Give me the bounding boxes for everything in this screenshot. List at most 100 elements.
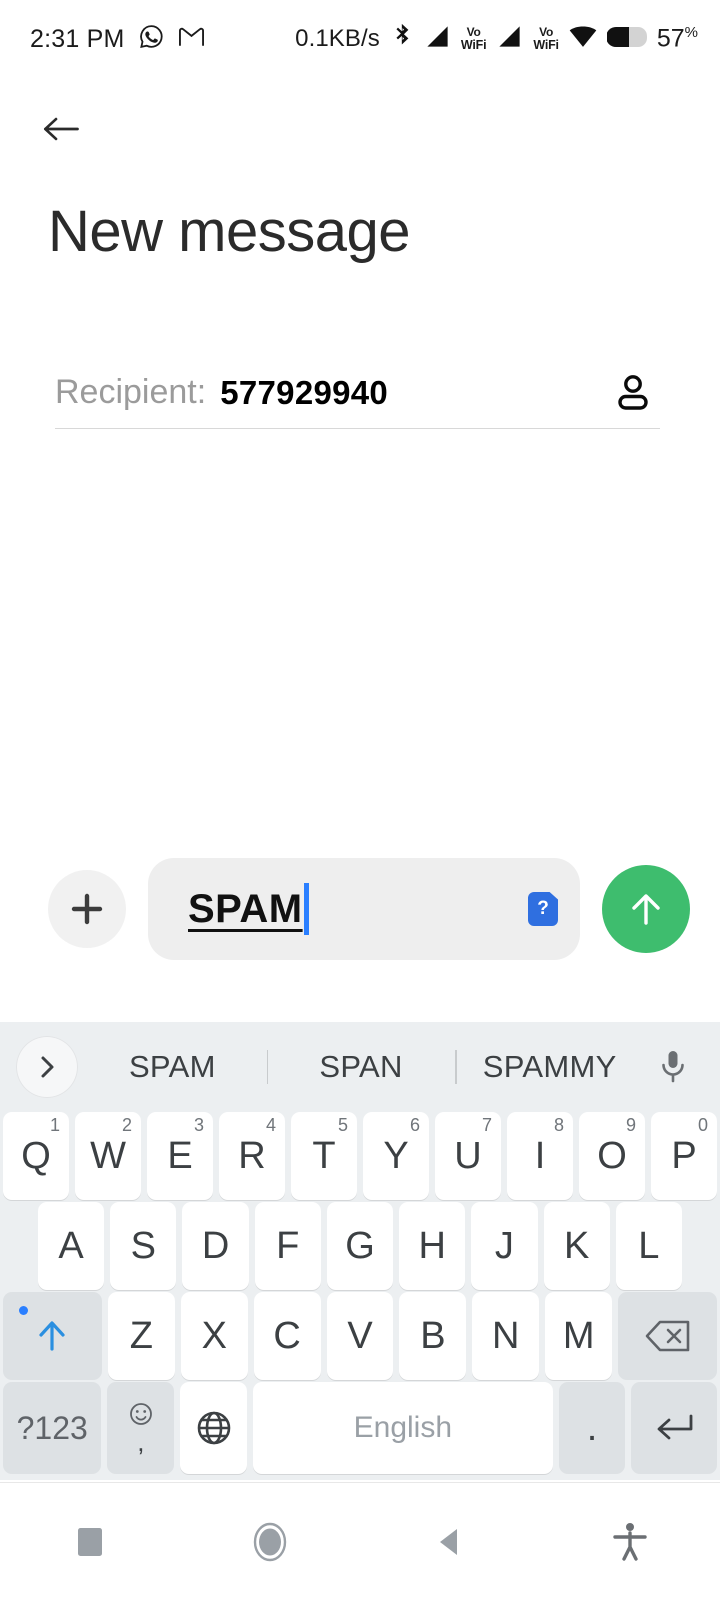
phone-screen: 2:31 PM 0.1KB/s Vo WiFi Vo WiFi 57% New … (0, 0, 720, 1600)
key-label: U (454, 1134, 482, 1177)
key-r[interactable]: R4 (219, 1112, 285, 1200)
key-u[interactable]: U7 (435, 1112, 501, 1200)
suggestion-item-2[interactable]: SPAMMY (455, 1049, 644, 1085)
message-input[interactable]: SPAM ? (148, 858, 580, 960)
keyboard-row-1: Q1 W2 E3 R4 T5 Y6 U7 I8 O9 P0 (0, 1112, 720, 1200)
key-s[interactable]: S (110, 1202, 177, 1290)
enter-key[interactable] (631, 1382, 718, 1474)
status-bar-right: 0.1KB/s Vo WiFi Vo WiFi 57% (295, 23, 698, 56)
nav-back-button[interactable] (360, 1525, 540, 1559)
key-t[interactable]: T5 (291, 1112, 357, 1200)
key-g[interactable]: G (326, 1202, 394, 1290)
key-z[interactable]: Z (107, 1292, 175, 1380)
key-x[interactable]: X (180, 1292, 248, 1380)
key-l[interactable]: L (615, 1202, 682, 1290)
message-thread-area (0, 429, 720, 847)
suggestion-list: SPAM SPAN SPAMMY (78, 1049, 644, 1085)
page-title: New message (48, 199, 410, 264)
suggestion-item-1[interactable]: SPAN (267, 1049, 456, 1085)
language-globe-icon (197, 1411, 230, 1445)
battery-percent: 57% (656, 24, 698, 53)
key-label: I (534, 1134, 546, 1177)
battery-icon (605, 25, 647, 54)
key-label: T (312, 1134, 336, 1177)
keyboard-row-4: ?123 , English . (0, 1382, 720, 1474)
key-number: 6 (409, 1115, 420, 1135)
key-k[interactable]: K (543, 1202, 610, 1290)
period-key[interactable]: . (558, 1382, 626, 1474)
volte-label-bottom-1: WiFi (460, 38, 487, 53)
back-triangle-icon (440, 1528, 457, 1555)
language-switch-key[interactable] (180, 1382, 248, 1474)
shift-arrow-icon (39, 1321, 66, 1351)
key-a[interactable]: A (38, 1202, 105, 1290)
key-n[interactable]: N (472, 1292, 540, 1380)
symbols-key[interactable]: ?123 (3, 1382, 102, 1474)
text-cursor (303, 883, 309, 935)
key-j[interactable]: J (471, 1202, 538, 1290)
chevron-right-icon (41, 1056, 54, 1078)
person-icon (618, 374, 648, 410)
contact-picker-button[interactable] (606, 366, 660, 420)
key-i[interactable]: I8 (507, 1112, 573, 1200)
suggestion-item-0[interactable]: SPAM (78, 1049, 267, 1085)
key-y[interactable]: Y6 (363, 1112, 429, 1200)
nav-recents-button[interactable] (0, 1525, 180, 1559)
volte-label-top-1: Vo (466, 25, 481, 40)
backspace-key[interactable] (618, 1292, 718, 1380)
attach-button[interactable] (48, 870, 126, 948)
key-label: O (597, 1134, 627, 1177)
send-button[interactable] (602, 865, 690, 953)
caps-lock-indicator (19, 1306, 28, 1315)
key-number: 2 (121, 1115, 132, 1135)
key-label: P (671, 1134, 697, 1177)
key-number: 9 (625, 1115, 636, 1135)
gmail-icon (178, 26, 205, 53)
shift-key[interactable] (3, 1292, 102, 1380)
key-w[interactable]: W2 (75, 1112, 141, 1200)
sim-select-badge[interactable]: ? (528, 892, 558, 926)
key-label: W (90, 1134, 126, 1177)
key-v[interactable]: V (326, 1292, 394, 1380)
emoji-comma-stack: , (128, 1401, 154, 1455)
key-o[interactable]: O9 (579, 1112, 645, 1200)
arrow-up-icon (632, 894, 660, 925)
voice-input-button[interactable] (644, 1036, 702, 1098)
comma-label: , (137, 1427, 145, 1457)
status-bar-left: 2:31 PM (30, 23, 205, 55)
key-d[interactable]: D (182, 1202, 249, 1290)
space-key[interactable]: English (253, 1382, 553, 1474)
key-label: Q (21, 1134, 51, 1177)
accessibility-icon (613, 1522, 647, 1561)
system-navigation-bar (0, 1482, 720, 1600)
key-number: 3 (193, 1115, 204, 1135)
key-m[interactable]: M (545, 1292, 613, 1380)
key-c[interactable]: C (253, 1292, 321, 1380)
nav-home-button[interactable] (180, 1518, 360, 1566)
plus-icon (71, 893, 103, 925)
app-bar: New message (0, 78, 720, 265)
recents-square-icon (78, 1527, 102, 1556)
emoji-comma-key[interactable]: , (107, 1382, 175, 1474)
key-q[interactable]: Q1 (3, 1112, 69, 1200)
keyboard-row-3: Z X C V B N M (0, 1292, 720, 1380)
compose-bar: SPAM ? (0, 847, 720, 971)
key-e[interactable]: E3 (147, 1112, 213, 1200)
key-f[interactable]: F (254, 1202, 321, 1290)
volte-label-top-2: Vo (539, 25, 554, 40)
key-h[interactable]: H (399, 1202, 466, 1290)
volte-label-bottom-2: WiFi (533, 38, 559, 53)
recipient-field[interactable]: Recipient: 577929940 (55, 357, 660, 429)
status-bar: 2:31 PM 0.1KB/s Vo WiFi Vo WiFi 57% (0, 0, 720, 78)
recipient-label: Recipient: (55, 373, 207, 411)
nav-accessibility-button[interactable] (540, 1521, 720, 1563)
bluetooth-icon (392, 23, 414, 56)
key-label: R (238, 1134, 266, 1177)
network-speed: 0.1KB/s (295, 25, 380, 52)
recipient-value: 577929940 (220, 373, 389, 411)
key-number: 0 (697, 1115, 708, 1135)
key-p[interactable]: P0 (651, 1112, 717, 1200)
back-button[interactable] (0, 98, 80, 160)
suggestions-expand-button[interactable] (16, 1036, 78, 1098)
key-b[interactable]: B (399, 1292, 467, 1380)
